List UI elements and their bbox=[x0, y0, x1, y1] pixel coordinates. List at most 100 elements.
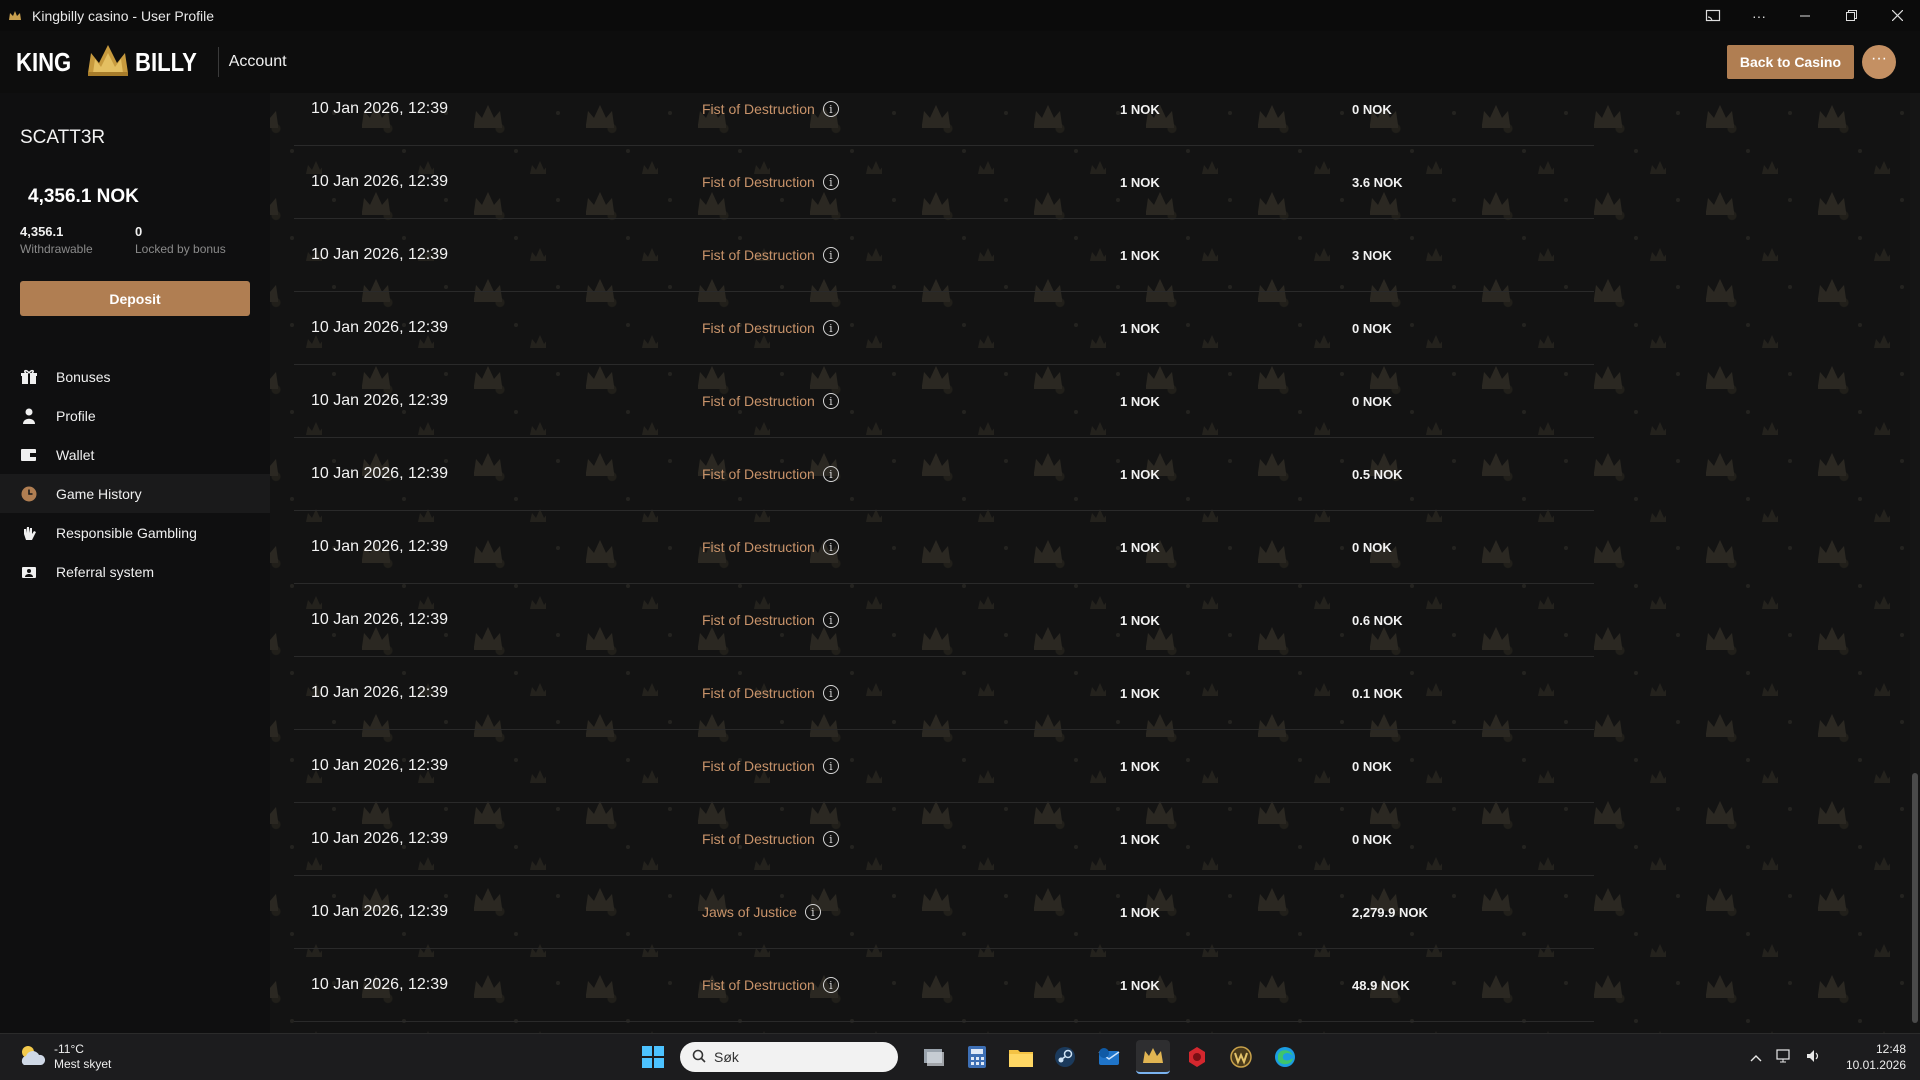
close-icon[interactable] bbox=[1874, 0, 1920, 31]
mail-icon[interactable] bbox=[1092, 1040, 1126, 1074]
row-game[interactable]: Jaws of Justice i bbox=[702, 904, 821, 920]
chevron-up-icon[interactable] bbox=[1750, 1050, 1762, 1065]
windows-start-icon[interactable] bbox=[636, 1040, 670, 1074]
row-game[interactable]: Fist of Destruction i bbox=[702, 977, 839, 993]
row-win: 3 NOK bbox=[1352, 247, 1392, 263]
sidebar-item-referral-system[interactable]: Referral system bbox=[0, 552, 270, 591]
info-icon[interactable]: i bbox=[822, 758, 839, 774]
page-scrollbar[interactable] bbox=[1910, 93, 1920, 1033]
volume-icon[interactable] bbox=[1806, 1049, 1822, 1066]
sidebar-item-wallet[interactable]: Wallet bbox=[0, 435, 270, 474]
sidebar-item-profile[interactable]: Profile bbox=[0, 396, 270, 435]
info-icon[interactable]: i bbox=[822, 174, 839, 190]
game-link[interactable]: Fist of Destruction bbox=[702, 174, 815, 190]
sidebar-item-game-history[interactable]: Game History bbox=[0, 474, 270, 513]
game-link[interactable]: Fist of Destruction bbox=[702, 977, 815, 993]
search-icon bbox=[692, 1049, 706, 1066]
table-row: 10 Jan 2026, 12:39 Fist of Destruction i … bbox=[294, 657, 1594, 730]
red-app-icon[interactable] bbox=[1180, 1040, 1214, 1074]
kingbilly-taskbar-icon[interactable] bbox=[1136, 1040, 1170, 1074]
kingbilly-logo[interactable]: KING BILLY bbox=[16, 31, 208, 93]
info-icon[interactable]: i bbox=[822, 247, 839, 263]
info-icon[interactable]: i bbox=[822, 685, 839, 701]
row-game[interactable]: Fist of Destruction i bbox=[702, 393, 839, 409]
system-tray: 12:48 10.01.2026 bbox=[1750, 1040, 1906, 1074]
info-icon[interactable]: i bbox=[822, 320, 839, 336]
edge-browser-icon[interactable] bbox=[1268, 1040, 1302, 1074]
game-link[interactable]: Fist of Destruction bbox=[702, 831, 815, 847]
network-icon[interactable] bbox=[1776, 1048, 1792, 1066]
row-game[interactable]: Fist of Destruction i bbox=[702, 539, 839, 555]
row-game[interactable]: Fist of Destruction i bbox=[702, 247, 839, 263]
info-icon[interactable]: i bbox=[822, 977, 839, 993]
game-link[interactable]: Fist of Destruction bbox=[702, 393, 815, 409]
back-to-casino-button[interactable]: Back to Casino bbox=[1726, 45, 1854, 79]
game-link[interactable]: Fist of Destruction bbox=[702, 539, 815, 555]
game-link[interactable]: Fist of Destruction bbox=[702, 101, 815, 117]
calculator-icon[interactable] bbox=[960, 1040, 994, 1074]
more-menu-button[interactable]: ··· bbox=[1862, 45, 1896, 79]
scrollbar-thumb[interactable] bbox=[1912, 773, 1918, 1023]
game-link[interactable]: Fist of Destruction bbox=[702, 758, 815, 774]
restore-icon[interactable] bbox=[1828, 0, 1874, 31]
referral-icon bbox=[20, 563, 38, 581]
row-bet: 1 NOK bbox=[1120, 685, 1160, 701]
row-game[interactable]: Fist of Destruction i bbox=[702, 612, 839, 628]
row-game[interactable]: Fist of Destruction i bbox=[702, 466, 839, 482]
row-win: 3.6 NOK bbox=[1352, 174, 1403, 190]
table-row: 10 Jan 2026, 12:39 Fist of Destruction i … bbox=[294, 365, 1594, 438]
row-date: 10 Jan 2026, 12:39 bbox=[311, 830, 449, 847]
window-title: Kingbilly casino - User Profile bbox=[32, 7, 215, 24]
row-game[interactable]: Fist of Destruction i bbox=[702, 685, 839, 701]
row-bet: 1 NOK bbox=[1120, 758, 1160, 774]
table-row: 10 Jan 2026, 12:39 Fist of Destruction i … bbox=[294, 438, 1594, 511]
info-icon[interactable]: i bbox=[822, 831, 839, 847]
sidebar-item-bonuses[interactable]: Bonuses bbox=[0, 357, 270, 396]
cloudy-weather-icon bbox=[18, 1043, 46, 1072]
minimize-icon[interactable] bbox=[1782, 0, 1828, 31]
system-clock[interactable]: 12:48 10.01.2026 bbox=[1846, 1041, 1906, 1073]
weather-temperature: -11°C bbox=[54, 1042, 84, 1056]
info-icon[interactable]: i bbox=[822, 466, 839, 482]
steam-icon[interactable] bbox=[1048, 1040, 1082, 1074]
info-icon[interactable]: i bbox=[804, 904, 821, 920]
row-game[interactable]: Fist of Destruction i bbox=[702, 320, 839, 336]
world-of-warcraft-icon[interactable] bbox=[1224, 1040, 1258, 1074]
withdrawable-label: Withdrawable bbox=[20, 242, 93, 256]
game-link[interactable]: Fist of Destruction bbox=[702, 685, 815, 701]
app-icon bbox=[8, 9, 22, 23]
locked-value: 0 bbox=[135, 224, 143, 239]
taskbar-search-input[interactable]: Søk bbox=[680, 1042, 898, 1072]
row-game[interactable]: Fist of Destruction i bbox=[702, 101, 839, 117]
row-game[interactable]: Fist of Destruction i bbox=[702, 174, 839, 190]
sidebar-item-label: Bonuses bbox=[56, 368, 111, 385]
weather-widget[interactable]: -11°C Mest skyet bbox=[18, 1042, 111, 1072]
info-icon[interactable]: i bbox=[822, 393, 839, 409]
game-link[interactable]: Fist of Destruction bbox=[702, 612, 815, 628]
cast-icon[interactable] bbox=[1690, 0, 1736, 31]
row-game[interactable]: Fist of Destruction i bbox=[702, 831, 839, 847]
info-icon[interactable]: i bbox=[822, 539, 839, 555]
table-row: 10 Jan 2026, 12:39 Jaws of Justice i 1 NO… bbox=[294, 876, 1594, 949]
header-divider bbox=[217, 47, 219, 77]
sidebar-item-responsible-gambling[interactable]: Responsible Gambling bbox=[0, 513, 270, 552]
sidebar-item-label: Game History bbox=[56, 485, 142, 502]
total-balance: 4,356.1 NOK bbox=[28, 186, 139, 207]
row-bet: 1 NOK bbox=[1120, 101, 1160, 117]
game-link[interactable]: Fist of Destruction bbox=[702, 466, 815, 482]
game-link[interactable]: Fist of Destruction bbox=[702, 320, 815, 336]
file-explorer-icon[interactable] bbox=[1004, 1040, 1038, 1074]
game-link[interactable]: Fist of Destruction bbox=[702, 247, 815, 263]
game-link[interactable]: Jaws of Justice bbox=[702, 904, 797, 920]
deposit-button[interactable]: Deposit bbox=[20, 281, 250, 316]
row-date: 10 Jan 2026, 12:39 bbox=[311, 100, 449, 117]
row-win: 0.1 NOK bbox=[1352, 685, 1403, 701]
row-game[interactable]: Fist of Destruction i bbox=[702, 758, 839, 774]
row-bet: 1 NOK bbox=[1120, 977, 1160, 993]
more-options-icon[interactable]: ··· bbox=[1736, 0, 1782, 31]
sidebar-item-label: Profile bbox=[56, 407, 96, 424]
info-icon[interactable]: i bbox=[822, 101, 839, 117]
row-bet: 1 NOK bbox=[1120, 393, 1160, 409]
task-view-icon[interactable] bbox=[916, 1040, 950, 1074]
info-icon[interactable]: i bbox=[822, 612, 839, 628]
